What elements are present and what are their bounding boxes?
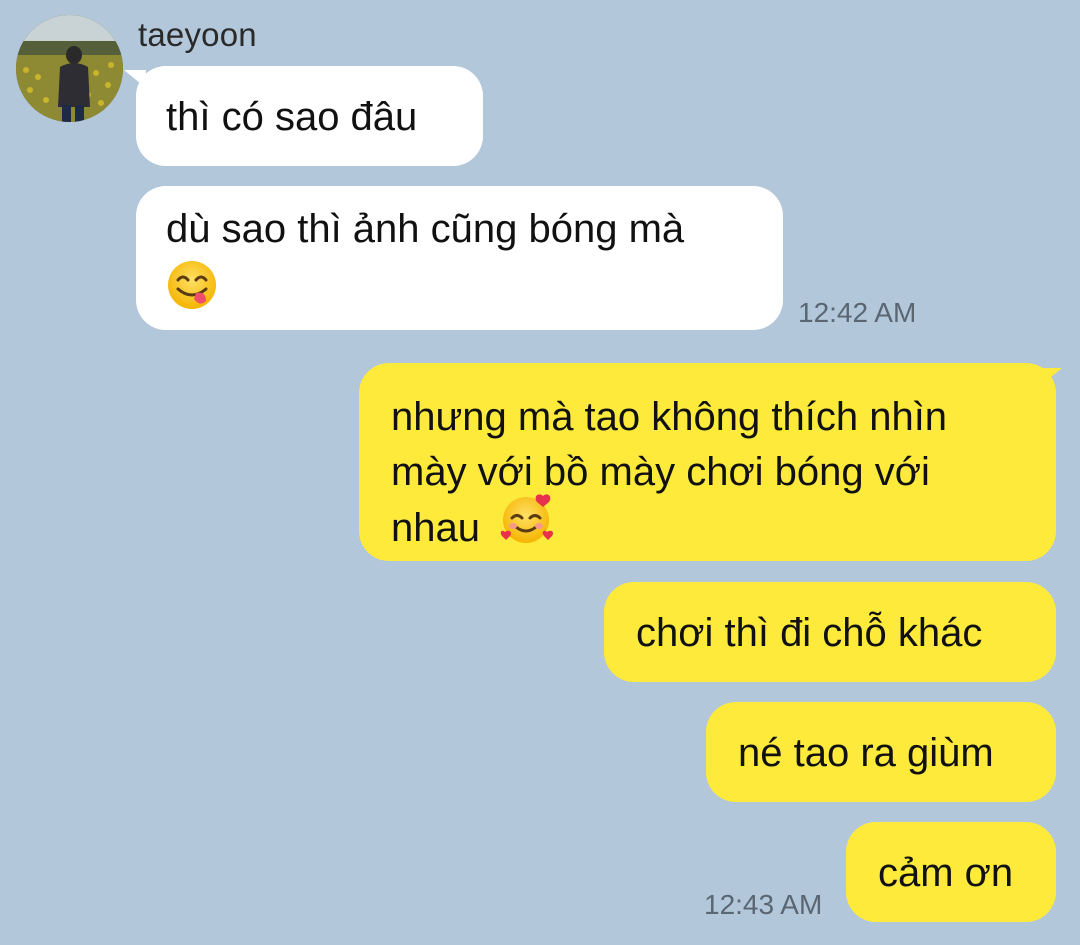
message-timestamp: 12:42 AM	[798, 297, 917, 328]
incoming-message[interactable]: thì có sao đâu	[136, 66, 483, 166]
smiling-face-with-hearts-icon	[499, 492, 555, 561]
contact-name: taeyoon	[138, 16, 257, 53]
message-timestamp: 12:43 AM	[704, 889, 823, 920]
chat-thread: taeyoon thì có sao đâu dù sao thì ảnh cũ…	[0, 0, 1080, 945]
message-text-line: nhau	[391, 506, 480, 551]
contact-avatar[interactable]	[16, 15, 123, 122]
incoming-message[interactable]: dù sao thì ảnh cũng bóng mà	[136, 186, 783, 330]
outgoing-message[interactable]: cảm ơn	[846, 822, 1056, 922]
message-text: chơi thì đi chỗ khác	[636, 611, 983, 655]
face-savoring-food-icon	[166, 259, 218, 326]
outgoing-message[interactable]: né tao ra giùm	[706, 702, 1056, 802]
message-text: thì có sao đâu	[166, 95, 418, 139]
outgoing-message[interactable]: chơi thì đi chỗ khác	[604, 582, 1056, 682]
message-text: dù sao thì ảnh cũng bóng mà	[166, 207, 685, 251]
message-text-line: mày với bồ mày chơi bóng với	[391, 450, 930, 494]
message-text: né tao ra giùm	[738, 731, 994, 775]
message-text-line: nhưng mà tao không thích nhìn	[391, 395, 948, 439]
message-text: cảm ơn	[878, 851, 1014, 895]
outgoing-message[interactable]: nhưng mà tao không thích nhìn mày với bồ…	[359, 363, 1056, 561]
